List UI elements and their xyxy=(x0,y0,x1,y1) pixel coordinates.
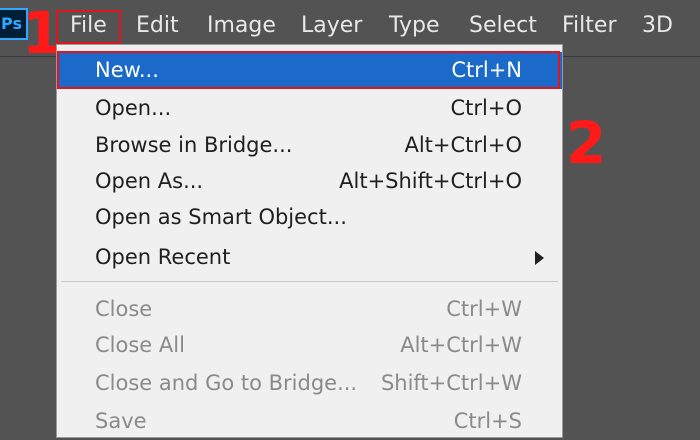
menu-item-open-recent[interactable]: Open Recent xyxy=(57,239,562,276)
menu-item-close-and-go-to-bridge: Close and Go to Bridge... Shift+Ctrl+W xyxy=(57,365,562,402)
menu-item-open-as[interactable]: Open As... Alt+Shift+Ctrl+O xyxy=(57,163,562,200)
menu-item-shortcut: Ctrl+W xyxy=(446,297,522,321)
menu-item-label: Close and Go to Bridge... xyxy=(95,371,358,395)
file-menu-annotation-box xyxy=(56,10,121,44)
menu-edit[interactable]: Edit xyxy=(136,6,179,46)
menu-item-shortcut: Alt+Ctrl+O xyxy=(404,133,522,157)
menu-item-new[interactable]: New... Ctrl+N xyxy=(57,52,562,89)
menu-filter[interactable]: Filter xyxy=(562,6,616,46)
submenu-arrow-icon xyxy=(535,251,544,265)
menu-type[interactable]: Type xyxy=(389,6,440,46)
menu-item-label: New... xyxy=(95,58,159,82)
menu-item-label: Open... xyxy=(95,96,172,120)
file-dropdown-menu: New... Ctrl+N Open... Ctrl+O Browse in B… xyxy=(56,44,563,438)
menu-item-open-as-smart-object[interactable]: Open as Smart Object... xyxy=(57,199,562,236)
menu-item-label: Open Recent xyxy=(95,245,231,269)
menu-item-open[interactable]: Open... Ctrl+O xyxy=(57,90,562,127)
menu-3d[interactable]: 3D xyxy=(642,6,673,46)
menu-item-shortcut: Shift+Ctrl+W xyxy=(380,371,522,395)
menu-item-label: Close All xyxy=(95,333,185,357)
menu-item-browse-in-bridge[interactable]: Browse in Bridge... Alt+Ctrl+O xyxy=(57,127,562,164)
menu-item-shortcut: Ctrl+S xyxy=(453,409,522,433)
menu-item-close-all: Close All Alt+Ctrl+W xyxy=(57,327,562,364)
menu-item-label: Close xyxy=(95,297,153,321)
menu-item-label: Save xyxy=(95,409,147,433)
menu-layer[interactable]: Layer xyxy=(301,6,362,46)
menu-item-label: Open as Smart Object... xyxy=(95,205,347,229)
menu-separator xyxy=(61,281,558,282)
menu-item-shortcut: Ctrl+O xyxy=(450,96,523,120)
menu-item-label: Browse in Bridge... xyxy=(95,133,293,157)
menu-item-label: Open As... xyxy=(95,169,204,193)
step-2-annotation: 2 xyxy=(566,109,607,177)
menu-select[interactable]: Select xyxy=(469,6,537,46)
menu-item-save: Save Ctrl+S xyxy=(57,403,562,440)
menu-item-shortcut: Alt+Ctrl+W xyxy=(400,333,522,357)
menu-item-shortcut: Ctrl+N xyxy=(451,58,522,82)
menu-item-shortcut: Alt+Shift+Ctrl+O xyxy=(339,169,522,193)
menu-image[interactable]: Image xyxy=(207,6,276,46)
menu-item-close: Close Ctrl+W xyxy=(57,291,562,328)
